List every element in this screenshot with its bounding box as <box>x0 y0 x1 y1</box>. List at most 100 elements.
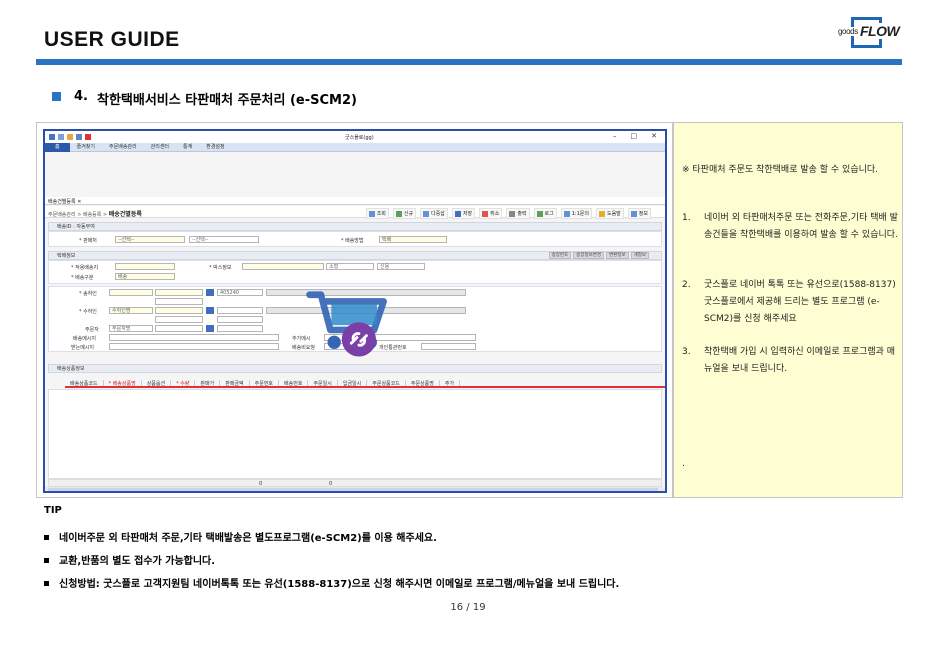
sender-phone2-field[interactable] <box>155 298 203 305</box>
order-phone-field[interactable] <box>155 325 203 332</box>
print-button[interactable]: 출력 <box>506 208 530 219</box>
note-item-1-text: 네이버 외 타판매처주문 또는 전화주문,기타 택배 발송건들을 착한택배를 이… <box>704 213 898 240</box>
print-label: 출력 <box>517 211 527 217</box>
note-item-2-text: 굿스플로 네이버 톡톡 또는 유선으로(1588-8137) 굿스플로에서 제공… <box>704 280 896 324</box>
grid-col-order-date[interactable]: 주문일시 <box>308 380 338 387</box>
customs-field[interactable] <box>421 343 476 350</box>
note-item-3-number: 3. <box>682 347 691 357</box>
action-toolbar: 조회 신규 다중삽 저장 취소 출력 로그 1:1문의 도움말 정보 <box>365 208 651 219</box>
grid-col-item-code[interactable]: 주문상품코드 <box>367 380 406 387</box>
folder-icon[interactable] <box>67 134 73 140</box>
window-controls: – □ ✕ <box>613 132 657 140</box>
convert-info-button[interactable]: 변환정보 <box>606 252 629 259</box>
log-button[interactable]: 로그 <box>533 208 557 219</box>
multi-insert-label: 다중삽 <box>431 211 445 217</box>
breadcrumb: 주문배송관리 > 배송등록 > 배송건별등록 <box>48 209 142 218</box>
order-label: 주문자 <box>85 327 99 333</box>
save-icon[interactable] <box>76 134 82 140</box>
section-title: 착한택배서비스 타판매처 주문처리 (e-SCM2) <box>97 93 357 108</box>
log-icon <box>536 210 543 217</box>
info-label: 정보 <box>638 211 648 217</box>
menu-home[interactable]: 홈 <box>45 142 70 152</box>
menu-bar: 홈 즐겨찾기 주문배송관리 관리센터 통계 환경설정 <box>45 142 665 152</box>
menu-admin[interactable]: 관리센터 <box>144 143 176 152</box>
type-select[interactable]: 배송 <box>115 273 175 280</box>
search-button[interactable]: 조회 <box>365 208 389 219</box>
method-select[interactable]: 택배 <box>379 236 447 243</box>
sender-search-button[interactable] <box>206 289 214 296</box>
grid-col-pay-date[interactable]: 입금일시 <box>338 380 368 387</box>
sender-phone-field[interactable] <box>155 289 203 296</box>
app-window: 굿스플로(gg) – □ ✕ 홈 즐겨찾기 주문배송관리 관리센터 통계 환경설… <box>43 129 667 493</box>
info-button[interactable]: 정보 <box>627 208 651 219</box>
receiver-name-field[interactable]: 수하인명 <box>109 307 153 314</box>
close-doc-icon[interactable] <box>85 134 91 140</box>
header-divider <box>36 59 902 65</box>
maximize-button[interactable]: □ <box>631 132 638 140</box>
quick-access-toolbar <box>49 134 91 140</box>
receiver-phone2-field[interactable] <box>155 316 203 323</box>
tab-shipment-register[interactable]: 배송건별등록 ✕ <box>48 198 81 205</box>
goodsflow-logo: goods FLOW <box>838 17 902 49</box>
cancel-icon <box>482 210 489 217</box>
grid-col-amount[interactable]: 판매금액 <box>220 380 250 387</box>
grid-col-ship-no[interactable]: 배송번호 <box>279 380 309 387</box>
menu-stats[interactable]: 통계 <box>176 143 199 152</box>
credit-select[interactable]: 신용 <box>377 263 425 270</box>
tip-item-2-text: 교환,반품의 별도 접수가 가능합니다. <box>59 556 216 567</box>
grid-col-order-no[interactable]: 주문번호 <box>250 380 280 387</box>
grid-col-extra[interactable]: 주가 <box>440 380 461 387</box>
menu-favorites[interactable]: 즐겨찾기 <box>70 143 102 152</box>
service-select[interactable] <box>115 263 175 270</box>
menu-orders[interactable]: 주문배송관리 <box>102 143 144 152</box>
sender-name-field[interactable] <box>109 289 153 296</box>
minimize-button[interactable]: – <box>613 132 617 140</box>
sender-zip-field[interactable]: 405240 <box>217 289 263 296</box>
document-tabs: 배송건별등록 ✕ <box>45 197 665 205</box>
receipt-message-field[interactable] <box>109 343 279 350</box>
courier-info-bar: 택배정보 송장번호 송장정보변경 변환정보 개정보 <box>48 251 662 260</box>
size-select[interactable]: 소형 <box>326 263 374 270</box>
invoice-button[interactable]: 송장번호 <box>548 252 572 259</box>
receiver-phone-field[interactable] <box>155 307 203 314</box>
seller-select[interactable]: --선택-- <box>115 236 185 243</box>
receiver-address2-field[interactable] <box>217 316 263 323</box>
goods-grid-body[interactable] <box>48 389 662 479</box>
message-label: 배송메시지 <box>73 336 97 342</box>
sender-label: * 송하인 <box>79 291 97 297</box>
order-phone2-field[interactable] <box>217 325 263 332</box>
order-search-button[interactable] <box>206 325 214 332</box>
help-label: 도움말 <box>606 211 621 217</box>
multi-insert-button[interactable]: 다중삽 <box>420 208 448 219</box>
tip-bullet <box>44 534 49 540</box>
page-number: 16 / 19 <box>450 602 486 613</box>
save-button[interactable]: 저장 <box>451 208 476 219</box>
cancel-label: 취소 <box>490 211 500 217</box>
inquiry-button[interactable]: 1:1문의 <box>560 208 592 219</box>
close-button[interactable]: ✕ <box>651 132 657 140</box>
help-button[interactable]: 도움말 <box>595 208 624 219</box>
menu-settings[interactable]: 환경설정 <box>199 143 231 152</box>
scrollbar-thumb[interactable] <box>48 488 658 491</box>
sync-icon[interactable] <box>58 134 64 140</box>
grid-col-qty[interactable]: * 수량 <box>171 380 196 387</box>
invoice-change-button[interactable]: 송장정보변경 <box>573 252 605 259</box>
message-field[interactable] <box>109 334 279 341</box>
grid-col-name[interactable]: * 배송상품명 <box>104 380 142 387</box>
note-item-3-text: 착한택배 가입 시 입력하신 이메일로 프로그램과 매뉴얼을 보내 드립니다. <box>704 347 896 374</box>
grid-col-code[interactable]: 배송상품코드 <box>65 380 104 387</box>
grid-col-price[interactable]: 판매가 <box>195 380 221 387</box>
note-intro: ※ 타판매처 주문도 착한택배로 발송 할 수 있습니다. <box>682 165 879 175</box>
cancel-button[interactable]: 취소 <box>479 208 503 219</box>
grid-col-option[interactable]: 상품옵션 <box>142 380 172 387</box>
personal-info-button[interactable]: 개정보 <box>630 252 649 259</box>
seller-sub-select[interactable]: --선택-- <box>189 236 259 243</box>
new-button[interactable]: 신규 <box>392 208 417 219</box>
grid-col-item-name[interactable]: 주문상품명 <box>406 380 440 387</box>
box-select[interactable] <box>242 263 324 270</box>
horizontal-scrollbar[interactable] <box>45 487 665 491</box>
receiver-search-button[interactable] <box>206 307 214 314</box>
order-name-field[interactable]: 주문자명 <box>109 325 153 332</box>
receiver-zip-field[interactable] <box>217 307 263 314</box>
new-icon <box>395 210 402 217</box>
